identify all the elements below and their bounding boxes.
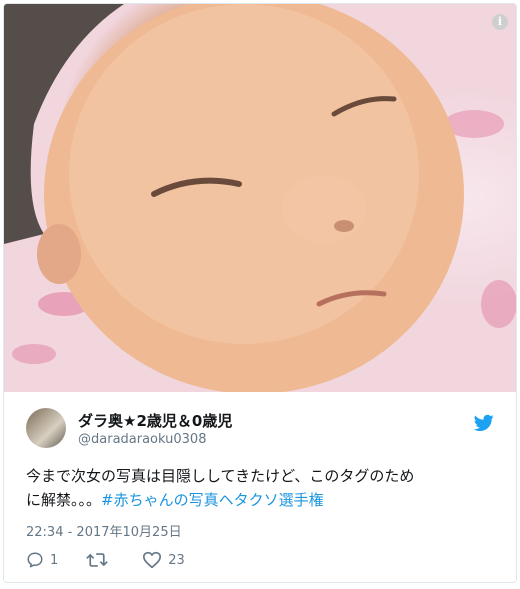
like-count: 23 (168, 552, 185, 568)
twitter-bird-icon[interactable] (474, 414, 494, 432)
like-button[interactable]: 23 (142, 551, 185, 569)
tweet-photo[interactable]: i (4, 4, 516, 392)
info-icon[interactable]: i (492, 14, 508, 30)
retweet-button[interactable] (86, 551, 114, 569)
user-handle[interactable]: @daradaraoku0308 (78, 432, 206, 447)
hashtag-link[interactable]: #赤ちゃんの写真ヘタクソ選手権 (101, 491, 324, 509)
reply-icon (27, 552, 43, 568)
tweet-text-line1: 今まで次女の写真は目隠ししてきたけど、このタグのため (26, 467, 415, 485)
avatar[interactable] (26, 408, 66, 448)
baby-photo-illustration (4, 4, 516, 392)
display-name[interactable]: ダラ奥★2歳児＆0歳児 (78, 410, 232, 431)
reply-count: 1 (50, 552, 59, 568)
retweet-icon (86, 553, 109, 567)
tweet-text: 今まで次女の写真は目隠ししてきたけど、このタグのため に解禁。。。#赤ちゃんの写… (26, 464, 496, 512)
heart-icon (143, 551, 162, 569)
tweet-text-line2: に解禁。。。 (26, 491, 102, 509)
timestamp[interactable]: 22:34 - 2017年10月25日 (26, 521, 182, 540)
tweet-actions: 1 23 (26, 550, 213, 570)
reply-button[interactable]: 1 (26, 551, 58, 569)
embedded-tweet-card: i ダラ奥★2歳児＆0歳児 @daradaraoku0308 今まで次女の写真は… (3, 3, 517, 583)
